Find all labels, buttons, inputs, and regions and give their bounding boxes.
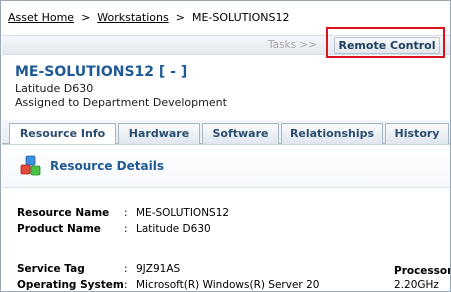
detail-colon: : (124, 279, 128, 291)
tab-relationships[interactable]: Relationships (281, 123, 383, 144)
tab-software[interactable]: Software (202, 123, 279, 144)
tasks-link[interactable]: Tasks >> (268, 39, 317, 51)
detail-colon: : (124, 223, 128, 235)
resource-assignment: Assigned to Department Development (15, 96, 227, 109)
tab-bar: Resource Info Hardware Software Relation… (2, 120, 450, 145)
resource-title: ME-SOLUTIONS12 [ - ] (15, 64, 188, 80)
processor-label: Processor (394, 265, 451, 277)
resource-info-panel: Resource Details Resource Name : ME-SOLU… (2, 144, 451, 291)
detail-value-resource-name: ME-SOLUTIONS12 (136, 207, 230, 219)
detail-label-service-tag: Service Tag (17, 263, 85, 275)
detail-label-resource-name: Resource Name (17, 207, 110, 219)
detail-colon: : (124, 207, 128, 219)
breadcrumb-separator: > (175, 11, 185, 24)
detail-label-product-name: Product Name (17, 223, 101, 235)
breadcrumb-asset-home[interactable]: Asset Home (8, 11, 74, 24)
detail-colon: : (124, 263, 128, 275)
section-header: Resource Details (2, 145, 450, 188)
breadcrumb-workstations[interactable]: Workstations (97, 11, 168, 24)
cubes-icon (20, 155, 42, 177)
tab-hardware[interactable]: Hardware (118, 123, 200, 144)
tab-history[interactable]: History (385, 123, 449, 144)
breadcrumb-current: ME-SOLUTIONS12 (191, 11, 290, 24)
processor-value: 2.20GHz (394, 279, 439, 291)
resource-model: Latitude D630 (15, 82, 94, 95)
detail-value-service-tag: 9JZ91AS (136, 263, 181, 275)
asset-page: Asset Home > Workstations > ME-SOLUTIONS12 T… (0, 0, 451, 292)
breadcrumb: Asset Home > Workstations > ME-SOLUTIONS12 (8, 11, 289, 27)
detail-value-operating-system: Microsoft(R) Windows(R) Server 20 (136, 279, 320, 291)
detail-value-product-name: Latitude D630 (136, 223, 211, 235)
highlight-box (326, 27, 445, 58)
section-title: Resource Details (50, 159, 164, 173)
breadcrumb-separator: > (81, 11, 91, 24)
tab-resource-info[interactable]: Resource Info (9, 123, 116, 145)
detail-label-operating-system: Operating System (17, 279, 124, 291)
